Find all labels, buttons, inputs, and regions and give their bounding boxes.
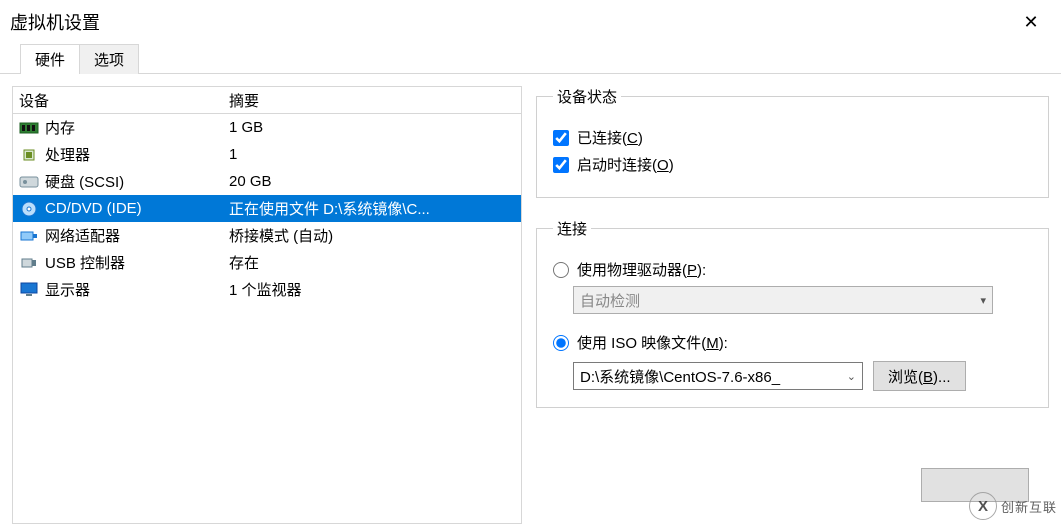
device-row-nic[interactable]: 网络适配器 桥接模式 (自动) bbox=[13, 222, 521, 249]
connection-legend: 连接 bbox=[553, 218, 591, 239]
chevron-down-icon: ⌄ bbox=[847, 370, 856, 383]
watermark-text: 创新互联 bbox=[1001, 497, 1057, 516]
chevron-down-icon: ▾ bbox=[980, 294, 986, 307]
device-label: CD/DVD (IDE) bbox=[45, 200, 142, 217]
col-header-summary[interactable]: 摘要 bbox=[229, 90, 521, 111]
connected-label: 已连接(C) bbox=[577, 127, 643, 148]
col-header-device[interactable]: 设备 bbox=[13, 90, 229, 111]
device-row-cpu[interactable]: 处理器 1 bbox=[13, 141, 521, 168]
connection-group: 连接 使用物理驱动器(P): 自动检测 ▾ 使用 ISO 映像文件(M): D:… bbox=[536, 218, 1049, 408]
device-list: 设备 摘要 内存 1 GB 处理器 1 bbox=[12, 86, 522, 524]
device-summary: 1 GB bbox=[229, 119, 521, 136]
device-status-legend: 设备状态 bbox=[553, 86, 621, 107]
connect-at-power-row[interactable]: 启动时连接(O) bbox=[553, 154, 1032, 175]
display-icon bbox=[19, 282, 39, 298]
close-button[interactable]: ✕ bbox=[1011, 0, 1051, 44]
device-summary: 桥接模式 (自动) bbox=[229, 225, 521, 246]
disk-icon bbox=[19, 174, 39, 190]
connected-checkbox[interactable] bbox=[553, 130, 569, 146]
device-row-memory[interactable]: 内存 1 GB bbox=[13, 114, 521, 141]
device-label: 处理器 bbox=[45, 144, 90, 165]
browse-button[interactable]: 浏览(B)... bbox=[873, 361, 966, 391]
device-list-header: 设备 摘要 bbox=[13, 87, 521, 114]
tab-hardware[interactable]: 硬件 bbox=[20, 44, 80, 74]
iso-path-combo[interactable]: D:\系统镜像\CentOS-7.6-x86_ ⌄ bbox=[573, 362, 863, 390]
physical-drive-label: 使用物理驱动器(P): bbox=[577, 259, 706, 280]
connect-at-power-checkbox[interactable] bbox=[553, 157, 569, 173]
physical-drive-radio[interactable] bbox=[553, 262, 569, 278]
tab-options[interactable]: 选项 bbox=[80, 44, 139, 74]
cpu-icon bbox=[19, 147, 39, 163]
physical-drive-value: 自动检测 bbox=[580, 290, 640, 311]
iso-row[interactable]: 使用 ISO 映像文件(M): bbox=[553, 332, 1032, 353]
tabs: 硬件 选项 bbox=[0, 44, 1061, 74]
watermark-logo-icon: X bbox=[969, 492, 997, 520]
device-summary: 正在使用文件 D:\系统镜像\C... bbox=[229, 198, 521, 219]
iso-radio[interactable] bbox=[553, 335, 569, 351]
usb-icon bbox=[19, 255, 39, 271]
device-label: 显示器 bbox=[45, 279, 90, 300]
title-bar: 虚拟机设置 ✕ bbox=[0, 0, 1061, 44]
physical-drive-row[interactable]: 使用物理驱动器(P): bbox=[553, 259, 1032, 280]
device-row-cd[interactable]: CD/DVD (IDE) 正在使用文件 D:\系统镜像\C... bbox=[13, 195, 521, 222]
connected-row[interactable]: 已连接(C) bbox=[553, 127, 1032, 148]
device-summary: 1 个监视器 bbox=[229, 279, 521, 300]
device-summary: 20 GB bbox=[229, 173, 521, 190]
device-label: USB 控制器 bbox=[45, 252, 125, 273]
device-row-usb[interactable]: USB 控制器 存在 bbox=[13, 249, 521, 276]
device-row-disk[interactable]: 硬盘 (SCSI) 20 GB bbox=[13, 168, 521, 195]
physical-drive-dropdown[interactable]: 自动检测 ▾ bbox=[573, 286, 993, 314]
device-summary: 存在 bbox=[229, 252, 521, 273]
watermark: X 创新互联 bbox=[969, 492, 1057, 520]
nic-icon bbox=[19, 228, 39, 244]
window-title: 虚拟机设置 bbox=[10, 9, 100, 35]
cd-icon bbox=[19, 201, 39, 217]
device-label: 内存 bbox=[45, 117, 75, 138]
connect-at-power-label: 启动时连接(O) bbox=[577, 154, 674, 175]
device-summary: 1 bbox=[229, 146, 521, 163]
iso-path-value: D:\系统镜像\CentOS-7.6-x86_ bbox=[580, 366, 780, 387]
device-label: 硬盘 (SCSI) bbox=[45, 171, 124, 192]
device-label: 网络适配器 bbox=[45, 225, 120, 246]
memory-icon bbox=[19, 120, 39, 136]
device-status-group: 设备状态 已连接(C) 启动时连接(O) bbox=[536, 86, 1049, 198]
iso-label: 使用 ISO 映像文件(M): bbox=[577, 332, 728, 353]
device-row-display[interactable]: 显示器 1 个监视器 bbox=[13, 276, 521, 303]
